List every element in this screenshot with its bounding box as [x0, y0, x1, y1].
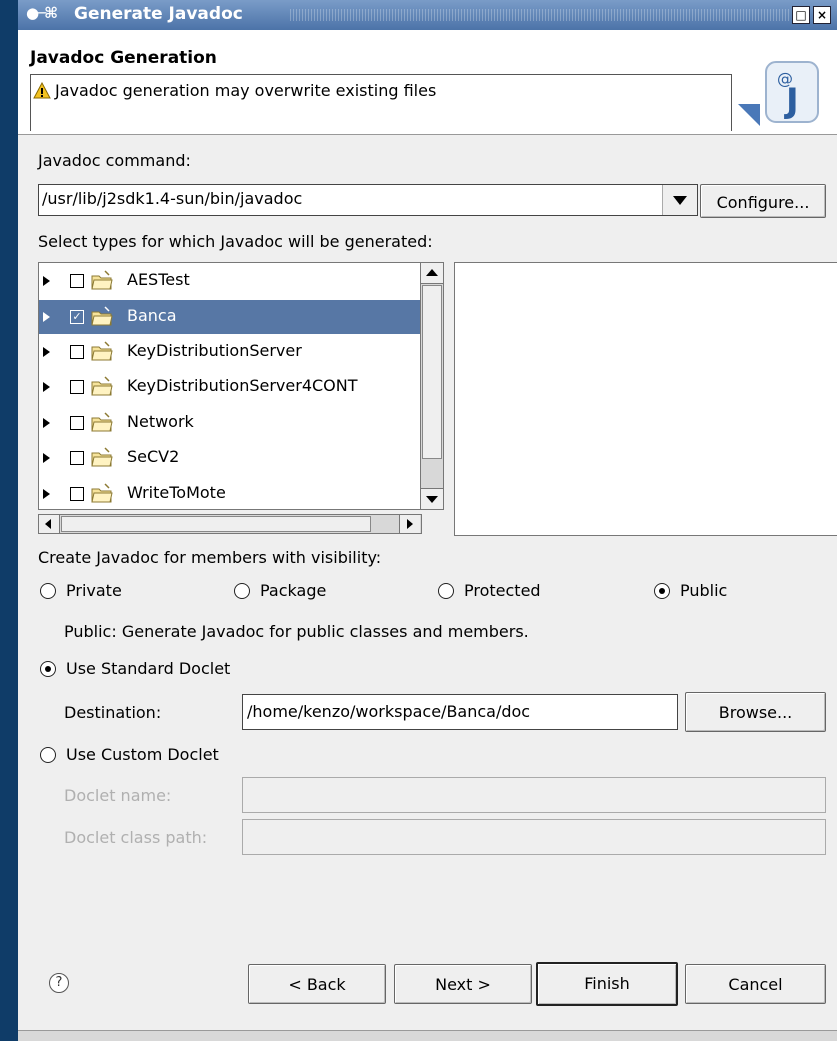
scroll-right-icon[interactable]	[399, 515, 420, 533]
checkbox[interactable]	[70, 487, 84, 501]
scroll-down-icon[interactable]	[421, 488, 443, 509]
chevron-down-icon[interactable]	[662, 185, 697, 215]
package-folder-icon	[91, 447, 113, 467]
window-menu-icon[interactable]: ●─⌘	[26, 4, 58, 22]
expand-arrow-icon[interactable]	[43, 489, 50, 499]
checkbox[interactable]	[70, 274, 84, 288]
types-horizontal-scrollbar[interactable]	[38, 514, 422, 534]
back-button[interactable]: < Back	[248, 964, 386, 1004]
destination-field[interactable]: /home/kenzo/workspace/Banca/doc	[242, 694, 678, 730]
private-label[interactable]: Private	[66, 581, 122, 600]
message-area: Javadoc generation may overwrite existin…	[30, 74, 732, 131]
configure-button[interactable]: Configure...	[700, 184, 826, 218]
scroll-thumb[interactable]	[61, 516, 371, 532]
doclet-name-label: Doclet name:	[64, 786, 172, 805]
tree-item[interactable]: KeyDistributionServer	[39, 335, 421, 369]
window-bottom-edge	[18, 1030, 837, 1041]
checkbox[interactable]	[70, 380, 84, 394]
members-list[interactable]	[454, 262, 837, 536]
package-folder-icon	[91, 306, 113, 326]
types-tree[interactable]: AESTest ✓ Banca KeyDistributionServer Ke…	[38, 262, 422, 510]
protected-label[interactable]: Protected	[464, 581, 541, 600]
title-bar-grip	[290, 9, 790, 21]
package-label[interactable]: Package	[260, 581, 326, 600]
page-title: Javadoc Generation	[30, 48, 217, 68]
finish-button[interactable]: Finish	[536, 962, 678, 1006]
tree-item[interactable]: AESTest	[39, 264, 421, 298]
private-radio[interactable]	[40, 583, 56, 599]
doclet-name-field[interactable]	[242, 777, 826, 813]
svg-text:J: J	[784, 81, 799, 121]
tree-item-label: KeyDistributionServer4CONT	[127, 376, 358, 395]
expand-arrow-icon[interactable]	[43, 312, 50, 322]
package-folder-icon	[91, 483, 113, 503]
next-button[interactable]: Next >	[394, 964, 532, 1004]
scroll-thumb[interactable]	[422, 285, 442, 459]
expand-arrow-icon[interactable]	[43, 347, 50, 357]
tree-item[interactable]: WriteToMote	[39, 477, 421, 509]
package-folder-icon	[91, 270, 113, 290]
checkbox-checked[interactable]: ✓	[70, 310, 84, 324]
tree-item-label: SeCV2	[127, 447, 180, 466]
scroll-up-icon[interactable]	[421, 263, 443, 284]
standard-doclet-radio[interactable]	[40, 661, 56, 677]
destination-value[interactable]: /home/kenzo/workspace/Banca/doc	[247, 702, 530, 721]
custom-doclet-label[interactable]: Use Custom Doclet	[66, 745, 219, 764]
types-vertical-scrollbar[interactable]	[420, 262, 444, 510]
tree-item[interactable]: Network	[39, 406, 421, 440]
javadoc-command-combo[interactable]: /usr/lib/j2sdk1.4-sun/bin/javadoc	[38, 184, 698, 216]
checkbox[interactable]	[70, 416, 84, 430]
warning-message: Javadoc generation may overwrite existin…	[55, 81, 437, 100]
generate-javadoc-window: ●─⌘ Generate Javadoc □ × Javadoc Generat…	[18, 0, 837, 1041]
checkbox[interactable]	[70, 345, 84, 359]
tree-item-label: Network	[127, 412, 194, 431]
scroll-left-icon[interactable]	[39, 515, 60, 533]
expand-arrow-icon[interactable]	[43, 418, 50, 428]
tree-item-label: Banca	[127, 306, 177, 325]
public-radio[interactable]	[654, 583, 670, 599]
window-title: Generate Javadoc	[74, 4, 243, 24]
visibility-label: Create Javadoc for members with visibili…	[38, 548, 382, 567]
title-bar[interactable]: ●─⌘ Generate Javadoc □ ×	[18, 0, 837, 30]
protected-radio[interactable]	[438, 583, 454, 599]
javadoc-wizard-icon: @ J	[738, 61, 819, 126]
tree-item[interactable]: SeCV2	[39, 441, 421, 475]
package-folder-icon	[91, 341, 113, 361]
select-types-label: Select types for which Javadoc will be g…	[38, 232, 433, 251]
help-icon[interactable]: ?	[49, 973, 69, 993]
close-icon[interactable]: ×	[813, 6, 831, 24]
warning-icon	[33, 82, 51, 99]
package-radio[interactable]	[234, 583, 250, 599]
destination-label: Destination:	[64, 703, 162, 722]
cancel-button[interactable]: Cancel	[685, 964, 826, 1004]
javadoc-command-value[interactable]: /usr/lib/j2sdk1.4-sun/bin/javadoc	[42, 189, 302, 208]
tree-item[interactable]: KeyDistributionServer4CONT	[39, 370, 421, 404]
expand-arrow-icon[interactable]	[43, 276, 50, 286]
tree-item-selected[interactable]: ✓ Banca	[39, 300, 421, 334]
custom-doclet-radio[interactable]	[40, 747, 56, 763]
package-folder-icon	[91, 412, 113, 432]
public-label[interactable]: Public	[680, 581, 727, 600]
tree-item-label: AESTest	[127, 270, 190, 289]
expand-arrow-icon[interactable]	[43, 382, 50, 392]
visibility-description: Public: Generate Javadoc for public clas…	[64, 622, 529, 641]
package-folder-icon	[91, 376, 113, 396]
maximize-icon[interactable]: □	[792, 6, 810, 24]
wizard-banner: Javadoc Generation Javadoc generation ma…	[18, 30, 837, 135]
browse-button[interactable]: Browse...	[685, 692, 826, 732]
tree-item-label: WriteToMote	[127, 483, 226, 502]
doclet-classpath-field[interactable]	[242, 819, 826, 855]
standard-doclet-label[interactable]: Use Standard Doclet	[66, 659, 230, 678]
doclet-classpath-label: Doclet class path:	[64, 828, 208, 847]
expand-arrow-icon[interactable]	[43, 453, 50, 463]
tree-item-label: KeyDistributionServer	[127, 341, 302, 360]
checkbox[interactable]	[70, 451, 84, 465]
javadoc-command-label: Javadoc command:	[38, 151, 191, 170]
